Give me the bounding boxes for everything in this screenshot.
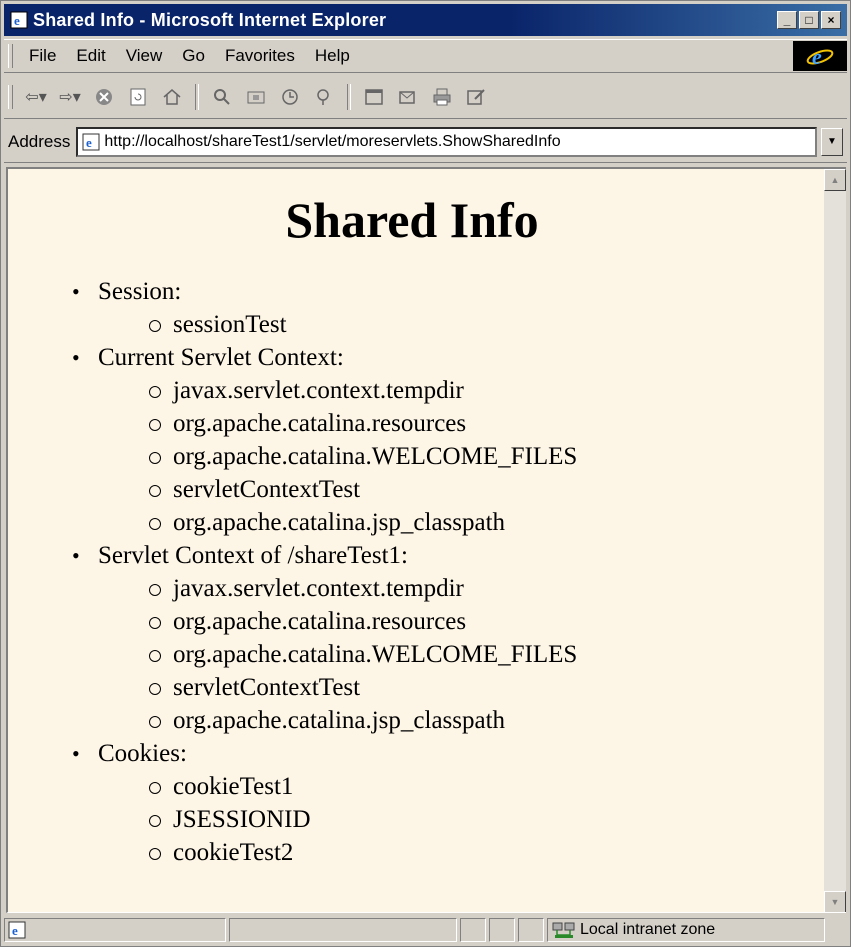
list-item: servletContextTest <box>149 473 816 506</box>
status-pane-zone: Local intranet zone <box>547 918 825 942</box>
section-label: Servlet Context of /shareTest1: <box>98 542 408 569</box>
shared-info-list: Session: sessionTest Current Servlet Con… <box>8 275 816 869</box>
list-item-current-context: Current Servlet Context: javax.servlet.c… <box>72 341 816 539</box>
list-item: org.apache.catalina.WELCOME_FILES <box>149 440 816 473</box>
list-item: org.apache.catalina.resources <box>149 407 816 440</box>
browser-window: e Shared Info - Microsoft Internet Explo… <box>0 0 851 947</box>
page-title: Shared Info <box>285 192 539 248</box>
edit-icon[interactable] <box>463 84 489 110</box>
address-input[interactable]: e http://localhost/shareTest1/servlet/mo… <box>76 126 817 157</box>
list-item: sessionTest <box>149 308 816 341</box>
favorites-icon[interactable] <box>243 84 269 110</box>
address-url: http://localhost/shareTest1/servlet/more… <box>104 132 561 150</box>
list-item: org.apache.catalina.jsp_classpath <box>149 704 816 737</box>
list-item: cookieTest2 <box>149 836 816 869</box>
list-item-cookies: Cookies: cookieTest1 JSESSIONID cookieTe… <box>72 737 816 869</box>
list-item: org.apache.catalina.jsp_classpath <box>149 506 816 539</box>
status-pane-extra <box>518 918 544 942</box>
back-icon[interactable]: ⇦▾ <box>23 84 49 110</box>
scroll-up-icon[interactable]: ▲ <box>824 169 846 191</box>
page-viewport: Shared Info Session: sessionTest Current… <box>6 167 846 913</box>
status-pane-offline <box>489 918 515 942</box>
history-icon[interactable] <box>277 84 303 110</box>
scroll-down-icon[interactable]: ▼ <box>824 891 846 912</box>
list-item: JSESSIONID <box>149 803 816 836</box>
svg-text:e: e <box>86 135 92 150</box>
list-item: org.apache.catalina.resources <box>149 605 816 638</box>
sublist: javax.servlet.context.tempdir org.apache… <box>98 572 816 737</box>
section-label: Current Servlet Context: <box>98 344 344 371</box>
list-item: servletContextTest <box>149 671 816 704</box>
fullscreen-icon[interactable] <box>361 84 387 110</box>
toolbar-separator <box>347 83 351 110</box>
toolbar-grip[interactable] <box>8 84 13 109</box>
page-icon: e <box>82 133 100 150</box>
svg-text:e: e <box>812 44 822 69</box>
list-item: javax.servlet.context.tempdir <box>149 572 816 605</box>
sublist: javax.servlet.context.tempdir org.apache… <box>98 374 816 539</box>
home-icon[interactable] <box>159 84 185 110</box>
status-page-icon: e <box>8 921 26 939</box>
intranet-zone-icon <box>552 922 575 938</box>
forward-icon[interactable]: ⇨▾ <box>57 84 83 110</box>
search-icon[interactable] <box>209 84 235 110</box>
svg-text:e: e <box>14 13 20 28</box>
section-label: Cookies: <box>98 740 187 767</box>
title-bar[interactable]: e Shared Info - Microsoft Internet Explo… <box>4 4 847 36</box>
menu-edit[interactable]: Edit <box>66 46 115 66</box>
address-label: Address <box>8 131 71 151</box>
status-pane-main: e <box>4 918 226 942</box>
menu-help[interactable]: Help <box>305 46 360 66</box>
toolbar-grip[interactable] <box>8 44 13 68</box>
page-content: Shared Info Session: sessionTest Current… <box>8 169 816 912</box>
close-button[interactable]: × <box>821 11 841 29</box>
menu-go[interactable]: Go <box>172 46 215 66</box>
menu-view[interactable]: View <box>116 46 173 66</box>
status-bar: e Local intranet zone <box>4 915 847 945</box>
refresh-icon[interactable] <box>125 84 151 110</box>
toolbar-separator <box>195 83 199 110</box>
minimize-button[interactable]: _ <box>777 11 797 29</box>
section-label: Session: <box>98 278 182 305</box>
standard-toolbar: ⇦▾ ⇨▾ <box>4 75 847 119</box>
status-pane-lock <box>460 918 486 942</box>
window-title: Shared Info - Microsoft Internet Explore… <box>33 9 387 30</box>
mail-icon[interactable] <box>395 84 421 110</box>
sublist: sessionTest <box>98 308 816 341</box>
list-item: javax.servlet.context.tempdir <box>149 374 816 407</box>
svg-text:e: e <box>12 923 18 938</box>
list-item: org.apache.catalina.WELCOME_FILES <box>149 638 816 671</box>
maximize-button[interactable]: □ <box>799 11 819 29</box>
ie-logo-icon: e <box>793 41 847 71</box>
channels-icon[interactable] <box>311 84 337 110</box>
list-item-sharetest1-context: Servlet Context of /shareTest1: javax.se… <box>72 539 816 737</box>
stop-icon[interactable] <box>91 84 117 110</box>
ie-page-icon: e <box>10 11 28 29</box>
print-icon[interactable] <box>429 84 455 110</box>
address-bar: Address e http://localhost/shareTest1/se… <box>4 121 847 163</box>
menu-bar: File Edit View Go Favorites Help e <box>4 39 847 73</box>
address-dropdown-icon[interactable]: ▼ <box>821 127 843 156</box>
list-item: cookieTest1 <box>149 770 816 803</box>
sublist: cookieTest1 JSESSIONID cookieTest2 <box>98 770 816 869</box>
zone-label: Local intranet zone <box>580 921 716 938</box>
status-pane-progress <box>229 918 457 942</box>
vertical-scrollbar[interactable]: ▲ ▼ <box>824 169 846 912</box>
menu-file[interactable]: File <box>19 46 66 66</box>
menu-favorites[interactable]: Favorites <box>215 46 305 66</box>
list-item-session: Session: sessionTest <box>72 275 816 341</box>
